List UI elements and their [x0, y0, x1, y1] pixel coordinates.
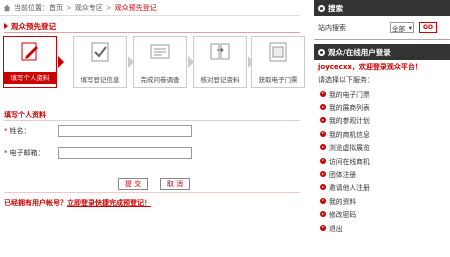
chevron-down-icon: ▾ — [408, 23, 412, 32]
step-label: 填写个人资料 — [3, 72, 57, 84]
bullet-icon — [318, 48, 325, 56]
menu-item-label: 我的参观计划 — [329, 117, 370, 126]
menu-item-label: 浏览虚拟展览 — [329, 144, 370, 153]
arrow-bullet-icon — [320, 157, 326, 164]
menu-item-visit-plan[interactable]: 我的参观计划 — [314, 114, 450, 127]
search-scope-value: 全部 — [392, 24, 405, 33]
arrow-bullet-icon — [320, 211, 326, 218]
submit-button[interactable]: 提 交 — [118, 178, 148, 190]
menu-item-online-business[interactable]: 访问在线商机 — [314, 154, 450, 167]
arrow-bullet-icon — [320, 197, 326, 204]
survey-icon — [150, 44, 170, 59]
search-row: 站内搜索 全部 ▾ GO — [314, 16, 450, 39]
breadcrumb-separator: > — [66, 3, 72, 12]
divider — [314, 39, 450, 40]
search-label: 站内搜索 — [318, 23, 346, 32]
user-panel-header: 观众/在线用户登录 — [314, 44, 450, 60]
section-heading: 观众预先登记 — [4, 20, 300, 33]
arrow-bullet-icon — [320, 171, 326, 178]
breadcrumb-current: 观众预先登记 — [114, 3, 157, 12]
name-label: 姓名： — [9, 127, 31, 135]
user-header: 观众/在线用户登录 — [328, 47, 391, 57]
section-title: 观众预先登记 — [11, 21, 56, 31]
breadcrumb: 当前位置： 首页 > 观众专区 > 观众预先登记 — [0, 0, 300, 16]
menu-item-label: 邀请他人注册 — [329, 184, 370, 193]
form-title: 填写个人资料 — [4, 111, 46, 119]
arrow-bullet-icon — [320, 90, 326, 97]
menu-item-invite[interactable]: 邀请他人注册 — [314, 181, 450, 194]
breadcrumb-visitor-zone[interactable]: 观众专区 — [75, 3, 103, 13]
step-label: 核对登记资料 — [200, 76, 240, 84]
ticket-icon — [269, 42, 287, 62]
login-link[interactable]: 立即登录快捷完成预登记！ — [67, 199, 151, 207]
menu-item-label: 退出 — [329, 224, 343, 233]
menu-item-label: 我的展商列表 — [329, 104, 370, 113]
email-label: 电子邮箱： — [9, 149, 45, 157]
arrow-bullet-icon — [320, 184, 326, 191]
step-fill-profile: 填写个人资料 — [3, 36, 64, 88]
arrow-bullet-icon — [320, 144, 326, 151]
menu-item-virtual-exhibition[interactable]: 浏览虚拟展览 — [314, 141, 450, 154]
go-button[interactable]: GO — [419, 22, 437, 33]
step-survey: 完成问卷调查 — [133, 36, 194, 88]
arrow-bullet-icon — [320, 117, 326, 124]
breadcrumb-separator: > — [105, 3, 112, 12]
step-verify: 核对登记资料 — [193, 36, 254, 88]
menu-item-label: 团体注册 — [329, 171, 357, 180]
checkmark-icon — [91, 42, 109, 62]
welcome-text: joycecxx，欢迎登录观众平台！ — [318, 63, 422, 71]
search-panel-header: 搜索 — [314, 0, 450, 16]
notice-text: 已经拥有用户帐号？ — [4, 199, 67, 207]
menu-item-label: 我的资料 — [329, 197, 357, 206]
step-label: 获取电子门票 — [258, 76, 298, 84]
menu-item-label: 我的商机信息 — [329, 130, 370, 139]
step-label: 填写登记信息 — [80, 76, 120, 84]
divider — [4, 120, 300, 121]
menu-item-my-tickets[interactable]: 我的电子门票 — [314, 87, 450, 100]
required-mark: * — [4, 127, 8, 135]
bullet-icon — [318, 4, 325, 12]
email-row: * 电子邮箱： — [4, 146, 192, 160]
search-header: 搜索 — [328, 3, 343, 13]
menu-item-logout[interactable]: 退出 — [314, 221, 450, 234]
triangle-icon — [4, 23, 8, 29]
menu-item-group-registration[interactable]: 团体注册 — [314, 167, 450, 180]
breadcrumb-prefix: 当前位置： — [14, 3, 49, 12]
step-get-ticket: 获取电子门票 — [251, 36, 305, 88]
choose-service-text: 请选择以下服务： — [318, 76, 374, 84]
step-label: 完成问卷调查 — [140, 76, 180, 84]
arrow-bullet-icon — [320, 104, 326, 111]
cancel-button[interactable]: 取 消 — [160, 178, 190, 190]
menu-item-exhibitor-list[interactable]: 我的展商列表 — [314, 100, 450, 113]
name-row: * 姓名： — [4, 124, 192, 138]
menu-item-label: 修改密码 — [329, 211, 357, 220]
email-input[interactable] — [57, 147, 192, 159]
registration-steps: 填写个人资料 填写登记信息 完成问卷调查 核对登记资料 获取电子门票 — [3, 36, 305, 88]
arrow-bullet-icon — [320, 224, 326, 231]
menu-item-label: 访问在线商机 — [329, 157, 370, 166]
arrow-bullet-icon — [320, 130, 326, 137]
menu-item-change-password[interactable]: 修改密码 — [314, 208, 450, 221]
breadcrumb-home[interactable]: 首页 — [49, 3, 63, 13]
menu-item-my-profile[interactable]: 我的资料 — [314, 194, 450, 207]
search-scope-select[interactable]: 全部 ▾ — [390, 22, 414, 33]
step-fill-registration: 填写登记信息 — [73, 36, 134, 88]
verify-icon — [210, 43, 230, 60]
required-mark: * — [4, 149, 8, 157]
pencil-paper-icon — [21, 42, 38, 61]
service-menu: 我的电子门票 我的展商列表 我的参观计划 我的商机信息 浏览虚拟展览 访问在线商… — [314, 87, 450, 234]
name-input[interactable] — [57, 125, 192, 137]
menu-item-business-info[interactable]: 我的商机信息 — [314, 127, 450, 140]
sidebar: 搜索 站内搜索 全部 ▾ GO 观众/在线用户登录 joycecxx，欢迎登录观… — [314, 0, 450, 257]
login-notice: 已经拥有用户帐号？立即登录快捷完成预登记！ — [4, 198, 151, 208]
menu-item-label: 我的电子门票 — [329, 90, 370, 99]
home-icon — [3, 4, 11, 11]
divider — [4, 192, 300, 193]
